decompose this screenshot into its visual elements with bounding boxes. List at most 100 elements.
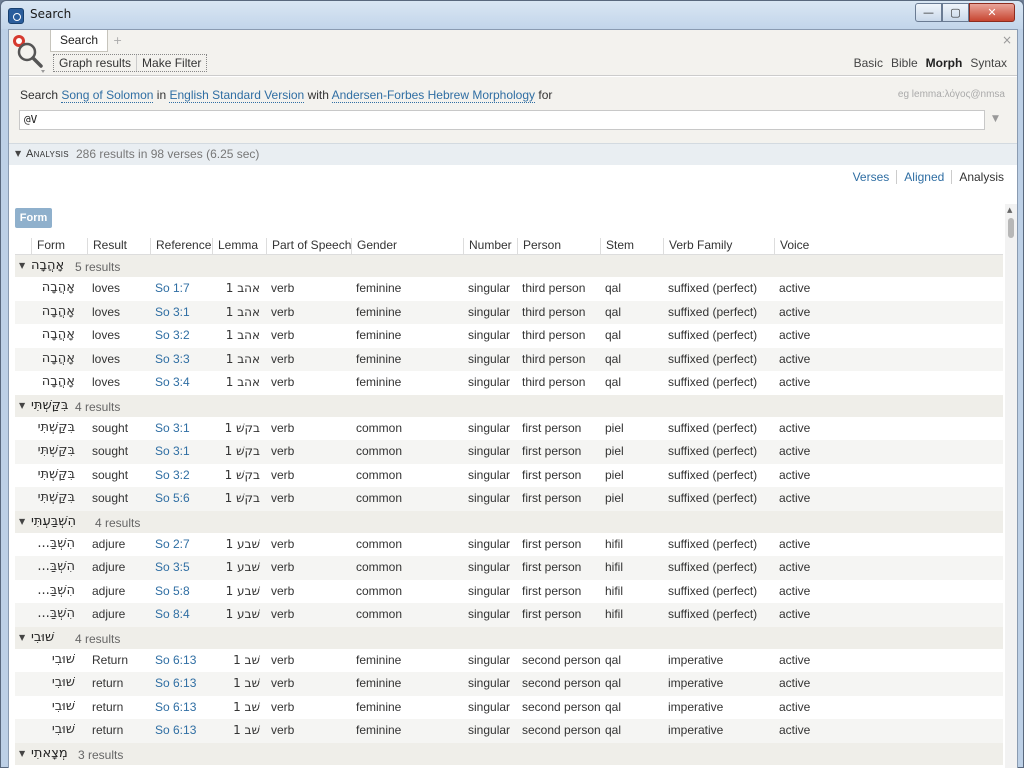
expand-triangle-icon[interactable]: ▼ bbox=[19, 633, 25, 642]
table-row[interactable]: אָהֲבָה loves So 3:2 אהב 1 verb feminine singu… bbox=[15, 324, 1003, 348]
table-row[interactable]: הִשְׁבַּ... adjure So 5:8 שׁבע 1 verb common s… bbox=[15, 580, 1003, 604]
verb-family-cell: imperative bbox=[668, 652, 724, 667]
col-part-of-speech[interactable]: Part of Speech bbox=[266, 238, 351, 254]
lemma-cell: אהב 1 bbox=[225, 281, 260, 295]
reference-link[interactable]: So 6:13 bbox=[155, 700, 196, 714]
reference-link[interactable]: So 3:4 bbox=[155, 375, 190, 389]
col-result[interactable]: Result bbox=[87, 238, 127, 254]
lemma-cell: שׁבע 1 bbox=[225, 560, 260, 574]
result-cell: loves bbox=[92, 351, 121, 366]
reference-link[interactable]: So 6:13 bbox=[155, 676, 196, 690]
expand-triangle-icon[interactable]: ▼ bbox=[19, 749, 25, 758]
group-row[interactable]: ▼ מְצָאתִי 3 results bbox=[15, 742, 1003, 765]
reference-link[interactable]: So 3:1 bbox=[155, 444, 190, 458]
reference-link[interactable]: So 5:8 bbox=[155, 584, 190, 598]
table-row[interactable]: הִשְׁבַּ... adjure So 3:5 שׁבע 1 verb common s… bbox=[15, 556, 1003, 580]
col-number[interactable]: Number bbox=[463, 238, 512, 254]
view-tab-analysis[interactable]: Analysis bbox=[951, 170, 1011, 184]
vertical-scrollbar[interactable]: ▲ bbox=[1005, 204, 1017, 768]
query-history-dropdown-icon[interactable]: ▼ bbox=[992, 114, 999, 124]
search-magnifier-icon[interactable] bbox=[10, 32, 46, 74]
reference-link[interactable]: So 1:7 bbox=[155, 281, 190, 295]
graph-results-button[interactable]: Graph results bbox=[54, 55, 136, 71]
table-row[interactable]: הִשְׁבַּ... adjure So 8:4 שׁבע 1 verb common s… bbox=[15, 603, 1003, 627]
table-row[interactable]: בִּקַּשְׁתִּי sought So 3:2 בקשׁ 1 verb commo… bbox=[15, 464, 1003, 488]
minimize-button[interactable]: — bbox=[915, 3, 942, 22]
view-tab-verses[interactable]: Verses bbox=[846, 170, 897, 184]
scroll-up-icon[interactable]: ▲ bbox=[1007, 206, 1012, 214]
col-person[interactable]: Person bbox=[517, 238, 561, 254]
mode-bible[interactable]: Bible bbox=[891, 56, 918, 70]
group-row[interactable]: ▼ בִּקַּשְׁתִּי 4 results bbox=[15, 394, 1003, 417]
close-tab-icon[interactable]: × bbox=[1002, 33, 1012, 47]
col-voice[interactable]: Voice bbox=[774, 238, 809, 254]
verb-family-cell: suffixed (perfect) bbox=[668, 304, 758, 319]
add-tab-icon[interactable]: + bbox=[113, 34, 122, 47]
reference-link[interactable]: So 3:3 bbox=[155, 352, 190, 366]
voice-cell: active bbox=[779, 652, 811, 667]
analysis-header[interactable]: ▼ Analysis 286 results in 98 verses (6.2… bbox=[9, 143, 1017, 165]
reference-link[interactable]: So 3:2 bbox=[155, 468, 190, 482]
person-cell: first person bbox=[522, 560, 582, 574]
table-row[interactable]: הִשְׁבַּ... adjure So 2:7 שׁבע 1 verb common s… bbox=[15, 533, 1003, 557]
table-row[interactable]: אָהֲבָה loves So 3:3 אהב 1 verb feminine singu… bbox=[15, 347, 1003, 371]
pos-cell: verb bbox=[271, 607, 295, 621]
collapse-triangle-icon[interactable]: ▼ bbox=[15, 149, 21, 158]
table-row[interactable]: שׁוּבִי return So 6:13 שׁב 1 verb feminine sin… bbox=[15, 672, 1003, 696]
expand-triangle-icon[interactable]: ▼ bbox=[19, 517, 25, 526]
pos-cell: verb bbox=[271, 375, 295, 389]
table-row[interactable]: אָהֲבָה loves So 3:4 אהב 1 verb feminine singu… bbox=[15, 371, 1003, 395]
col-reference[interactable]: Reference bbox=[150, 238, 211, 254]
title-bar[interactable]: Search — ▢ ✕ bbox=[1, 1, 1023, 29]
reference-link[interactable]: So 6:13 bbox=[155, 653, 196, 667]
voice-cell: active bbox=[779, 583, 811, 598]
col-verb-family[interactable]: Verb Family bbox=[663, 238, 732, 254]
col-gender[interactable]: Gender bbox=[351, 238, 397, 254]
stem-cell: piel bbox=[605, 444, 624, 458]
view-tab-aligned[interactable]: Aligned bbox=[896, 170, 951, 184]
reference-link[interactable]: So 3:1 bbox=[155, 421, 190, 435]
reference-link[interactable]: So 6:13 bbox=[155, 723, 196, 737]
expand-triangle-icon[interactable]: ▼ bbox=[19, 401, 25, 410]
mode-syntax[interactable]: Syntax bbox=[970, 56, 1007, 70]
mode-morph[interactable]: Morph bbox=[926, 56, 963, 70]
table-row[interactable]: אָהֲבָה loves So 1:7 אהב 1 verb feminine singu… bbox=[15, 277, 1003, 301]
reference-link[interactable]: So 2:7 bbox=[155, 537, 190, 551]
lemma-cell: אהב 1 bbox=[225, 328, 260, 342]
col-stem[interactable]: Stem bbox=[600, 238, 634, 254]
table-row[interactable]: שׁוּבִי Return So 6:13 שׁב 1 verb feminine sin… bbox=[15, 649, 1003, 673]
reference-link[interactable]: So 3:2 bbox=[155, 328, 190, 342]
table-row[interactable]: בִּקַּשְׁתִּי sought So 3:1 בקשׁ 1 verb commo… bbox=[15, 440, 1003, 464]
reference-link[interactable]: So 5:6 bbox=[155, 491, 190, 505]
expand-triangle-icon[interactable]: ▼ bbox=[19, 261, 25, 270]
table-row[interactable]: בִּקַּשְׁתִּי sought So 3:1 בקשׁ 1 verb commo… bbox=[15, 417, 1003, 441]
table-row[interactable]: אָהֲבָה loves So 3:1 אהב 1 verb feminine singu… bbox=[15, 300, 1003, 324]
pos-cell: verb bbox=[271, 491, 295, 505]
close-window-button[interactable]: ✕ bbox=[969, 3, 1015, 22]
mode-basic[interactable]: Basic bbox=[854, 56, 883, 70]
reference-link[interactable]: So 3:1 bbox=[155, 305, 190, 319]
table-row[interactable]: שׁוּבִי return So 6:13 שׁב 1 verb feminine sin… bbox=[15, 719, 1003, 743]
col-lemma[interactable]: Lemma bbox=[212, 238, 258, 254]
morphology-link[interactable]: Andersen-Forbes Hebrew Morphology bbox=[331, 88, 536, 103]
query-input[interactable]: @V bbox=[19, 110, 985, 130]
version-link[interactable]: English Standard Version bbox=[169, 88, 305, 103]
make-filter-button[interactable]: Make Filter bbox=[136, 55, 206, 71]
tab-search[interactable]: Search bbox=[50, 30, 108, 52]
scroll-thumb[interactable] bbox=[1008, 218, 1014, 238]
reference-link[interactable]: So 3:5 bbox=[155, 560, 190, 574]
table-row[interactable]: בִּקַּשְׁתִּי sought So 5:6 בקשׁ 1 verb commo… bbox=[15, 487, 1003, 511]
stem-cell: qal bbox=[605, 723, 622, 737]
group-by-form-chip[interactable]: Form bbox=[15, 208, 52, 228]
person-cell: second person bbox=[522, 676, 601, 690]
pos-cell: verb bbox=[271, 328, 295, 342]
group-row[interactable]: ▼ שׁוּבִי 4 results bbox=[15, 626, 1003, 649]
scope-link[interactable]: Song of Solomon bbox=[61, 88, 154, 103]
table-row[interactable]: שׁוּבִי return So 6:13 שׁב 1 verb feminine sin… bbox=[15, 696, 1003, 720]
group-row[interactable]: ▼ הִשְׁבַּעְתִּי 4 results bbox=[15, 510, 1003, 533]
col-form[interactable]: Form bbox=[31, 238, 65, 254]
group-row[interactable]: ▼ אָהֲבָה 5 results bbox=[15, 255, 1003, 277]
maximize-button[interactable]: ▢ bbox=[942, 3, 969, 22]
verb-family-cell: suffixed (perfect) bbox=[668, 560, 758, 574]
reference-link[interactable]: So 8:4 bbox=[155, 607, 190, 621]
